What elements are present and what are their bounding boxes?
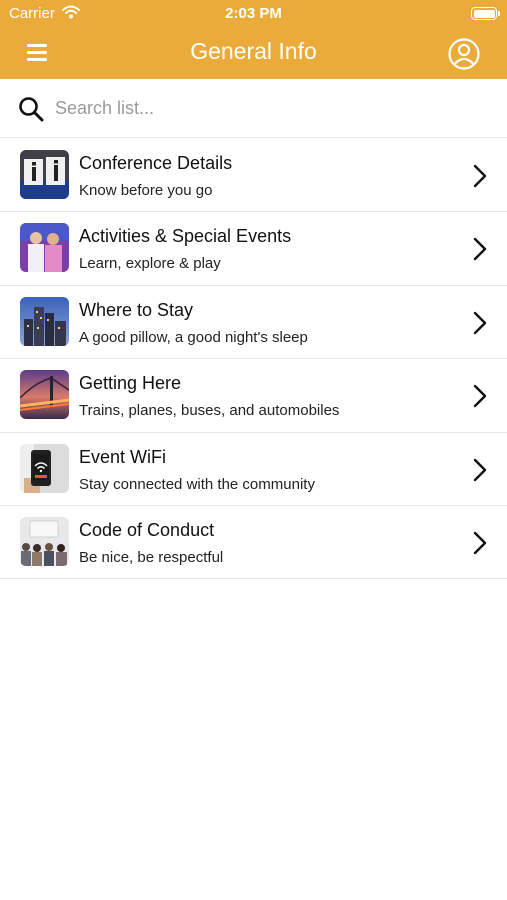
people-photo-thumbnail xyxy=(20,223,69,273)
search-bar xyxy=(0,79,507,138)
search-icon xyxy=(19,97,44,122)
list-item-conference-details[interactable]: Conference Details Know before you go xyxy=(0,139,507,213)
audience-thumbnail xyxy=(20,516,69,566)
item-subtitle: A good pillow, a good night's sleep xyxy=(79,328,308,346)
wifi-phone-thumbnail xyxy=(20,443,69,493)
item-title: Activities & Special Events xyxy=(79,226,292,247)
status-bar: Carrier 2:03 PM xyxy=(0,0,507,26)
profile-icon[interactable] xyxy=(447,37,481,71)
item-subtitle: Know before you go xyxy=(79,182,213,199)
list-item-event-wifi[interactable]: Event WiFi Stay connected with the commu… xyxy=(0,433,507,506)
chevron-right-icon xyxy=(473,238,487,261)
app-header: Carrier 2:03 PM General Info xyxy=(0,0,507,79)
item-subtitle: Trains, planes, buses, and automobiles xyxy=(79,402,340,420)
search-input[interactable] xyxy=(55,93,485,123)
chevron-right-icon xyxy=(473,531,487,555)
chevron-right-icon xyxy=(473,311,487,334)
item-title: Getting Here xyxy=(79,373,182,394)
status-time: 2:03 PM xyxy=(225,5,282,22)
item-title: Where to Stay xyxy=(79,299,194,320)
item-title: Conference Details xyxy=(79,153,233,173)
item-subtitle: Learn, explore & play xyxy=(79,255,221,273)
info-list: Conference Details Know before you go Ac… xyxy=(0,139,507,580)
list-item-where-to-stay[interactable]: Where to Stay A good pillow, a good nigh… xyxy=(0,286,507,360)
chevron-right-icon xyxy=(473,384,487,408)
chevron-right-icon xyxy=(473,164,487,188)
info-sign-thumbnail xyxy=(20,150,69,199)
nav-bar: General Info xyxy=(0,26,507,79)
list-item-getting-here[interactable]: Getting Here Trains, planes, buses, and … xyxy=(0,359,507,433)
page-title: General Info xyxy=(190,38,317,64)
item-title: Code of Conduct xyxy=(79,519,215,540)
item-subtitle: Be nice, be respectful xyxy=(79,548,224,566)
chevron-right-icon xyxy=(473,458,487,481)
list-item-code-of-conduct[interactable]: Code of Conduct Be nice, be respectful xyxy=(0,506,507,580)
item-title: Event WiFi xyxy=(79,446,167,467)
bridge-sunset-thumbnail xyxy=(20,370,69,420)
list-item-activities-special-events[interactable]: Activities & Special Events Learn, explo… xyxy=(0,212,507,286)
city-skyline-thumbnail xyxy=(20,296,69,346)
battery-icon xyxy=(471,7,500,20)
item-subtitle: Stay connected with the community xyxy=(79,475,315,493)
